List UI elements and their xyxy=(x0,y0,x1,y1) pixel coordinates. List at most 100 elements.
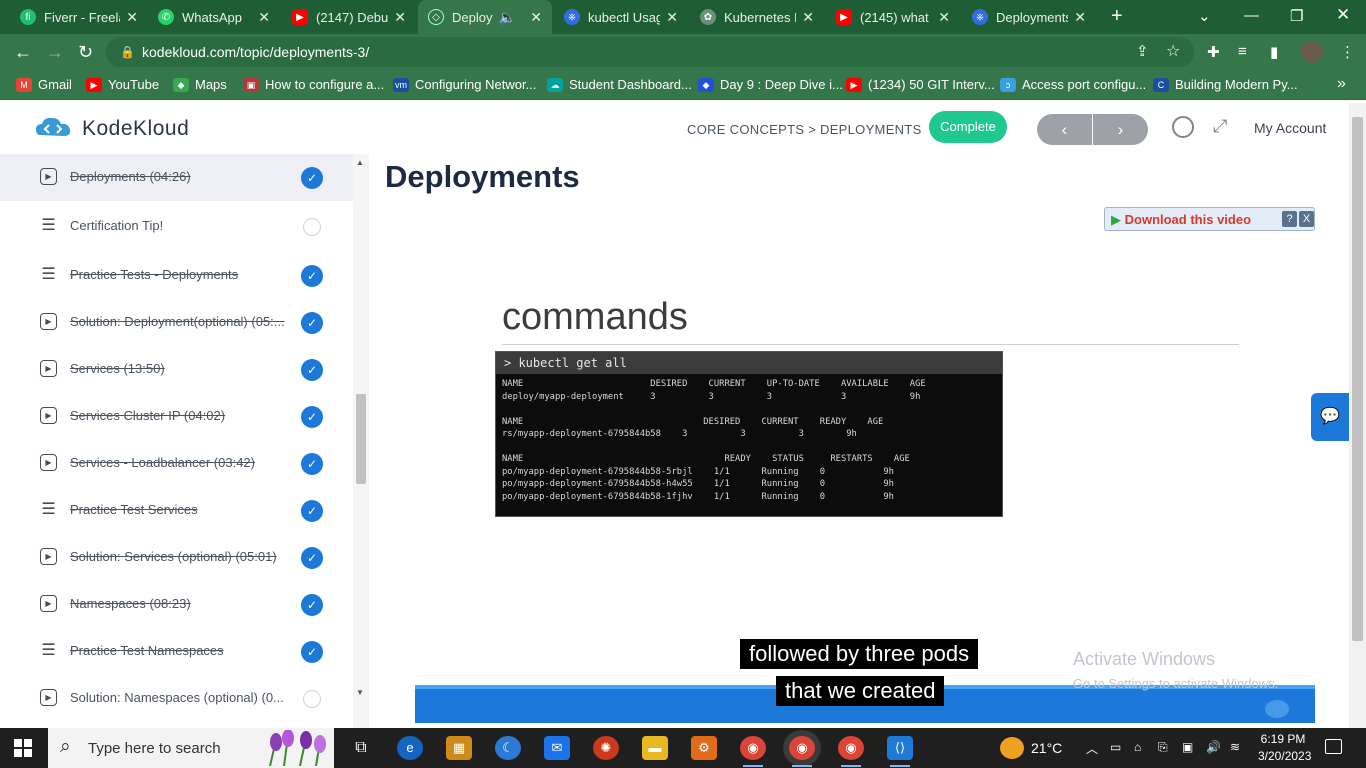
complete-button[interactable]: Complete xyxy=(929,111,1007,143)
bookmark-youtube[interactable]: ▶ YouTube xyxy=(86,77,159,92)
page-scrollbar[interactable] xyxy=(1349,103,1366,728)
sidebar-item-practice-services[interactable]: ☰ Practice Test Services ✓ xyxy=(0,487,353,534)
share-icon[interactable]: ⇪ xyxy=(1136,37,1149,67)
tab-fiverr[interactable]: fi Fiverr - Freelance ✕ xyxy=(10,0,148,34)
windows-start-icon[interactable] xyxy=(14,739,32,757)
my-account-link[interactable]: My Account xyxy=(1254,120,1326,136)
window-close-icon[interactable]: ✕ xyxy=(1336,5,1350,25)
close-icon[interactable]: ✕ xyxy=(938,9,950,26)
bookmark-day9[interactable]: ◆ Day 9 : Deep Dive i... xyxy=(698,77,843,92)
tab-kubectl-usage[interactable]: ⎈ kubectl Usage ✕ xyxy=(554,0,688,34)
help-icon[interactable]: ? xyxy=(1282,211,1297,227)
gitkraken-icon[interactable]: ✺ xyxy=(593,736,619,760)
media-control-icon[interactable]: ≡ xyxy=(1238,43,1247,60)
system-clock[interactable]: 6:19 PM 3/20/2023 xyxy=(1258,731,1311,765)
chrome-profile-h-icon[interactable]: ◉ xyxy=(838,736,864,767)
store-icon[interactable]: ▦ xyxy=(446,736,472,760)
side-panel-icon[interactable]: ▮ xyxy=(1270,43,1278,61)
sidebar-item-namespaces[interactable]: ▶ Namespaces (08:23) ✓ xyxy=(0,581,353,628)
bookmark-git-interview[interactable]: ▶ (1234) 50 GIT Interv... xyxy=(846,77,995,92)
minimize-icon[interactable]: — xyxy=(1244,7,1259,24)
volume-icon[interactable]: 🔊 xyxy=(1206,740,1221,754)
sidebar-item-certification-tip[interactable]: ☰ Certification Tip! xyxy=(0,203,353,250)
bookmark-maps[interactable]: ◆ Maps xyxy=(173,77,227,92)
network-adapter-icon[interactable]: ⌂ xyxy=(1134,740,1141,754)
kodekloud-logo[interactable]: KodeKloud xyxy=(34,115,189,143)
bookmark-gmail[interactable]: M Gmail xyxy=(16,77,72,92)
tab-search-chevron-icon[interactable]: ⌄ xyxy=(1198,7,1211,25)
usb-icon[interactable]: ⎘ xyxy=(1158,740,1168,755)
back-icon[interactable]: ← xyxy=(14,42,32,63)
temperature[interactable]: 21°C xyxy=(1031,740,1062,756)
close-icon[interactable]: ✕ xyxy=(258,9,270,26)
page-scroll-thumb[interactable] xyxy=(1352,117,1363,641)
notification-center-icon[interactable] xyxy=(1325,739,1342,754)
breadcrumb[interactable]: CORE CONCEPTS > DEPLOYMENTS xyxy=(687,122,922,137)
tab-whatsapp[interactable]: ✆ WhatsApp ✕ xyxy=(148,0,280,34)
tab-deployments-active[interactable]: ◇ Deployments 🔈 ✕ xyxy=(418,0,552,34)
dark-mode-icon[interactable] xyxy=(1172,116,1194,138)
file-explorer-icon[interactable]: ▬ xyxy=(642,736,668,760)
settings-app-icon[interactable]: ⚙ xyxy=(691,736,717,760)
sidebar-item-services-cluster-ip[interactable]: ▶ Services Cluster IP (04:02) ✓ xyxy=(0,393,353,440)
edge-icon[interactable]: e xyxy=(397,736,423,760)
chrome-profile-icon[interactable]: ◉ xyxy=(789,736,815,767)
menu-kebab-icon[interactable]: ⋮ xyxy=(1340,43,1355,61)
bookmark-configure[interactable]: ▣ How to configure a... xyxy=(243,77,384,92)
battery-icon[interactable]: ▭ xyxy=(1110,740,1121,754)
restore-icon[interactable]: ❐ xyxy=(1290,7,1303,25)
new-tab-icon[interactable]: + xyxy=(1111,5,1123,28)
scroll-up-arrow-icon[interactable]: ▲ xyxy=(356,158,364,167)
extensions-icon[interactable]: ✚ xyxy=(1207,43,1220,61)
more-bookmarks-icon[interactable]: » xyxy=(1337,75,1346,93)
download-video-widget[interactable]: ▶ Download this video ? X xyxy=(1104,207,1315,231)
scroll-down-arrow-icon[interactable]: ▼ xyxy=(356,688,364,697)
sidebar-item-solution-services[interactable]: ▶ Solution: Services (optional) (05:01) ✓ xyxy=(0,534,353,581)
tab-kubernetes-d[interactable]: ✿ Kubernetes D ✕ xyxy=(690,0,824,34)
sidebar-item-deployments[interactable]: ▶ Deployments (04:26) ✓ xyxy=(0,154,353,201)
sidebar-item-practice-deployments[interactable]: ☰ Practice Tests - Deployments ✓ xyxy=(0,252,353,299)
download-video-button[interactable]: ▶ Download this video xyxy=(1111,212,1251,228)
close-icon[interactable]: ✕ xyxy=(802,9,814,26)
tab-deployments-k8s[interactable]: ⎈ Deployments ✕ xyxy=(962,0,1096,34)
expand-icon[interactable]: ⤢ xyxy=(1213,116,1227,137)
close-icon[interactable]: ✕ xyxy=(666,9,678,26)
mail-icon[interactable]: ✉ xyxy=(544,736,570,760)
tab-youtube-what-is[interactable]: ▶ (2145) what is ✕ xyxy=(826,0,960,34)
close-icon[interactable]: ✕ xyxy=(530,9,542,26)
wifi-icon[interactable]: ≋ xyxy=(1230,740,1240,754)
tab-youtube-debug[interactable]: ▶ (2147) Debug ✕ xyxy=(282,0,416,34)
forward-icon[interactable]: → xyxy=(46,42,64,63)
taskbar-search-box[interactable]: ⌕ Type here to search xyxy=(48,728,334,768)
close-icon[interactable]: ✕ xyxy=(126,9,138,26)
chrome-icon[interactable]: ◉ xyxy=(740,736,766,767)
bookmark-star-icon[interactable]: ☆ xyxy=(1166,37,1180,67)
close-icon[interactable]: ✕ xyxy=(1074,9,1086,26)
previous-lesson-button[interactable]: ‹ xyxy=(1037,114,1092,145)
sidebar-item-solution-deployment[interactable]: ▶ Solution: Deployment(optional) (05:... ✓ xyxy=(0,299,353,346)
sidebar-item-practice-namespaces[interactable]: ☰ Practice Test Namespaces ✓ xyxy=(0,628,353,675)
profile-avatar[interactable] xyxy=(1301,41,1323,63)
next-lesson-button[interactable]: › xyxy=(1093,114,1148,145)
tray-chevron-icon[interactable]: ︿ xyxy=(1086,740,1098,757)
vscode-icon[interactable]: ⟨⟩ xyxy=(887,736,913,767)
task-view-icon[interactable]: ⧉ xyxy=(348,736,374,760)
sidebar-item-solution-namespaces[interactable]: ▶ Solution: Namespaces (optional) (0... xyxy=(0,675,353,722)
sidebar-item-services[interactable]: ▶ Services (13:50) ✓ xyxy=(0,346,353,393)
display-icon[interactable]: ▣ xyxy=(1182,740,1193,754)
sidebar-scroll-thumb[interactable] xyxy=(356,394,366,484)
bookmark-vmware[interactable]: vm Configuring Networ... xyxy=(393,77,536,92)
close-icon[interactable]: X xyxy=(1299,211,1314,227)
close-icon[interactable]: ✕ xyxy=(394,9,406,26)
bookmark-building-python[interactable]: C Building Modern Py... xyxy=(1153,77,1298,92)
reload-icon[interactable]: ↻ xyxy=(78,42,93,63)
bookmark-student-dashboard[interactable]: ☁ Student Dashboard... xyxy=(547,77,692,92)
sidebar-scrollbar[interactable]: ▲ ▼ xyxy=(353,154,369,728)
chat-widget-button[interactable]: 💬 xyxy=(1311,393,1349,441)
speaker-icon[interactable]: 🔈 xyxy=(499,9,516,26)
sidebar-item-services-loadbalancer[interactable]: ▶ Services - Loadbalancer (03:42) ✓ xyxy=(0,440,353,487)
weather-icon[interactable] xyxy=(1000,737,1024,759)
address-field[interactable]: 🔒 kodekloud.com/topic/deployments-3/ ⇪ ☆ xyxy=(106,37,1194,67)
bookmark-access-port[interactable]: ↄ Access port configu... xyxy=(1000,77,1146,92)
app-icon[interactable]: ☾ xyxy=(495,736,521,760)
